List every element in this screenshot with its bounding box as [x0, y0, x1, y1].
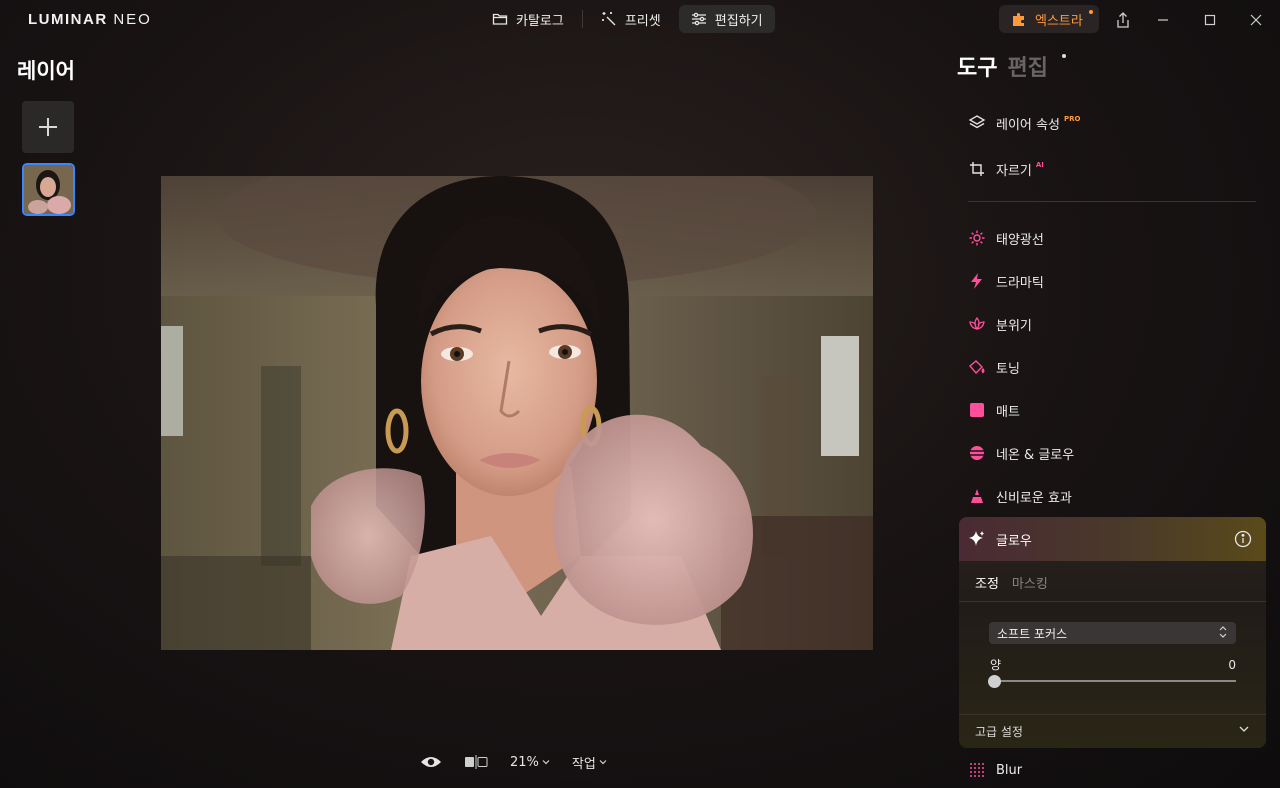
tab-adjust[interactable]: 조정: [975, 573, 999, 592]
add-layer-button[interactable]: [22, 101, 74, 153]
layers-icon: [968, 114, 986, 132]
catalog-label: 카탈로그: [516, 13, 564, 29]
tool-label: 신비로운 효과: [996, 490, 1072, 506]
tool-label: 레이어 속성: [996, 117, 1060, 133]
advanced-settings-toggle[interactable]: 고급 설정: [975, 723, 1023, 740]
tool-label: 매트: [996, 404, 1020, 420]
tool-label: 태양광선: [996, 232, 1044, 248]
amount-value: 0: [1228, 658, 1236, 672]
bottom-toolbar: 21% 작업: [420, 750, 607, 774]
tool-blur[interactable]: Blur: [968, 758, 1022, 782]
glow-header[interactable]: 글로우: [959, 517, 1266, 561]
mystic-icon: [968, 487, 986, 505]
nav-divider: [581, 10, 583, 28]
extras-button[interactable]: 엑스트라: [999, 5, 1099, 33]
preview-toggle[interactable]: [420, 755, 442, 769]
ai-badge: AI: [1035, 161, 1044, 169]
app-logo: LUMINAR NEO: [28, 11, 152, 28]
divider: [959, 601, 1266, 602]
compare-toggle[interactable]: [464, 755, 488, 769]
notification-dot: [1089, 10, 1093, 14]
tab-edit[interactable]: 편집: [1007, 50, 1047, 82]
edit-label: 편집하기: [714, 13, 763, 29]
tool-label: 드라마틱: [996, 275, 1044, 291]
glow-title: 글로우: [996, 533, 1032, 549]
edit-button[interactable]: 편집하기: [678, 5, 775, 33]
edit-notification-dot: [1062, 54, 1066, 58]
tool-sunrays[interactable]: 태양광선: [968, 226, 1044, 250]
tab-tools[interactable]: 도구: [957, 50, 997, 82]
folder-icon: [492, 13, 508, 25]
updown-chevron-icon: [1219, 626, 1227, 638]
magic-wand-icon: [601, 12, 616, 26]
tool-matte[interactable]: 매트: [968, 398, 1020, 422]
close-icon[interactable]: [1246, 10, 1266, 30]
main-nav: 카탈로그 프리셋 편집하기: [480, 5, 775, 33]
amount-slider-track[interactable]: [995, 680, 1236, 682]
tool-dramatic[interactable]: 드라마틱: [968, 269, 1044, 293]
tool-label: Blur: [996, 762, 1023, 778]
layer-thumbnail[interactable]: [22, 163, 75, 216]
top-bar: LUMINAR NEO 카탈로그 프리셋 편집하기 엑스트라: [0, 0, 1280, 40]
extras-label: 엑스트라: [1035, 13, 1083, 29]
tool-neon-glow[interactable]: 네온 & 글로우: [968, 441, 1074, 465]
tool-mood[interactable]: 분위기: [968, 312, 1032, 336]
plus-icon: [39, 118, 57, 136]
lightning-icon: [968, 272, 986, 290]
zoom-dropdown[interactable]: 21%: [510, 755, 550, 770]
actions-label: 작업: [571, 756, 596, 772]
zoom-value: 21%: [510, 754, 539, 770]
amount-label: 양: [990, 658, 1002, 672]
chevron-down-icon: [542, 760, 550, 765]
glow-mode-value: 소프트 포커스: [997, 626, 1068, 641]
minimize-icon[interactable]: [1153, 10, 1173, 30]
presets-label: 프리셋: [624, 13, 661, 29]
glow-mode-select[interactable]: 소프트 포커스: [989, 622, 1236, 644]
sun-icon: [968, 229, 986, 247]
tool-toning[interactable]: 토닝: [968, 355, 1020, 379]
pro-badge: PRO: [1063, 115, 1081, 123]
square-icon: [968, 401, 986, 419]
share-icon[interactable]: [1113, 10, 1133, 30]
logo-sub: NEO: [113, 11, 152, 28]
layers-title: 레이어: [17, 59, 75, 83]
eye-icon: [421, 757, 441, 767]
tool-crop[interactable]: 자르기 AI: [968, 157, 1044, 181]
info-icon[interactable]: [1234, 530, 1252, 552]
presets-button[interactable]: 프리셋: [589, 5, 673, 33]
divider: [959, 714, 1266, 715]
photo-canvas[interactable]: [161, 176, 873, 650]
puzzle-icon: [1013, 13, 1024, 26]
tool-mystical[interactable]: 신비로운 효과: [968, 484, 1072, 508]
crop-icon: [968, 160, 986, 178]
tool-label: 네온 & 글로우: [996, 447, 1075, 463]
right-panel-tabs: 도구 편집: [957, 50, 1066, 82]
amount-slider-handle[interactable]: [988, 675, 1001, 688]
chevron-down-icon: [599, 760, 607, 765]
tool-label: 토닝: [996, 361, 1020, 377]
tools-divider: [968, 201, 1256, 202]
compare-icon: [465, 755, 488, 769]
catalog-button[interactable]: 카탈로그: [480, 5, 576, 33]
chevron-down-icon[interactable]: [1238, 723, 1250, 735]
tool-label: 분위기: [996, 318, 1032, 334]
logo-main: LUMINAR: [28, 11, 108, 28]
neon-icon: [968, 444, 986, 462]
glow-tool-panel: 글로우 조정 마스킹 소프트 포커스 양 0 고급 설정: [959, 517, 1266, 748]
tool-label: 자르기: [996, 163, 1032, 179]
tool-layer-properties[interactable]: 레이어 속성 PRO: [968, 111, 1080, 135]
blur-icon: [968, 761, 986, 779]
glow-subtabs: 조정 마스킹: [975, 573, 1048, 592]
sliders-icon: [691, 12, 706, 26]
sparkle-icon: [969, 531, 984, 546]
paint-bucket-icon: [968, 358, 986, 376]
tab-masking[interactable]: 마스킹: [1012, 573, 1048, 592]
lotus-icon: [968, 315, 986, 333]
maximize-icon[interactable]: [1200, 10, 1220, 30]
actions-dropdown[interactable]: 작업: [572, 753, 607, 772]
